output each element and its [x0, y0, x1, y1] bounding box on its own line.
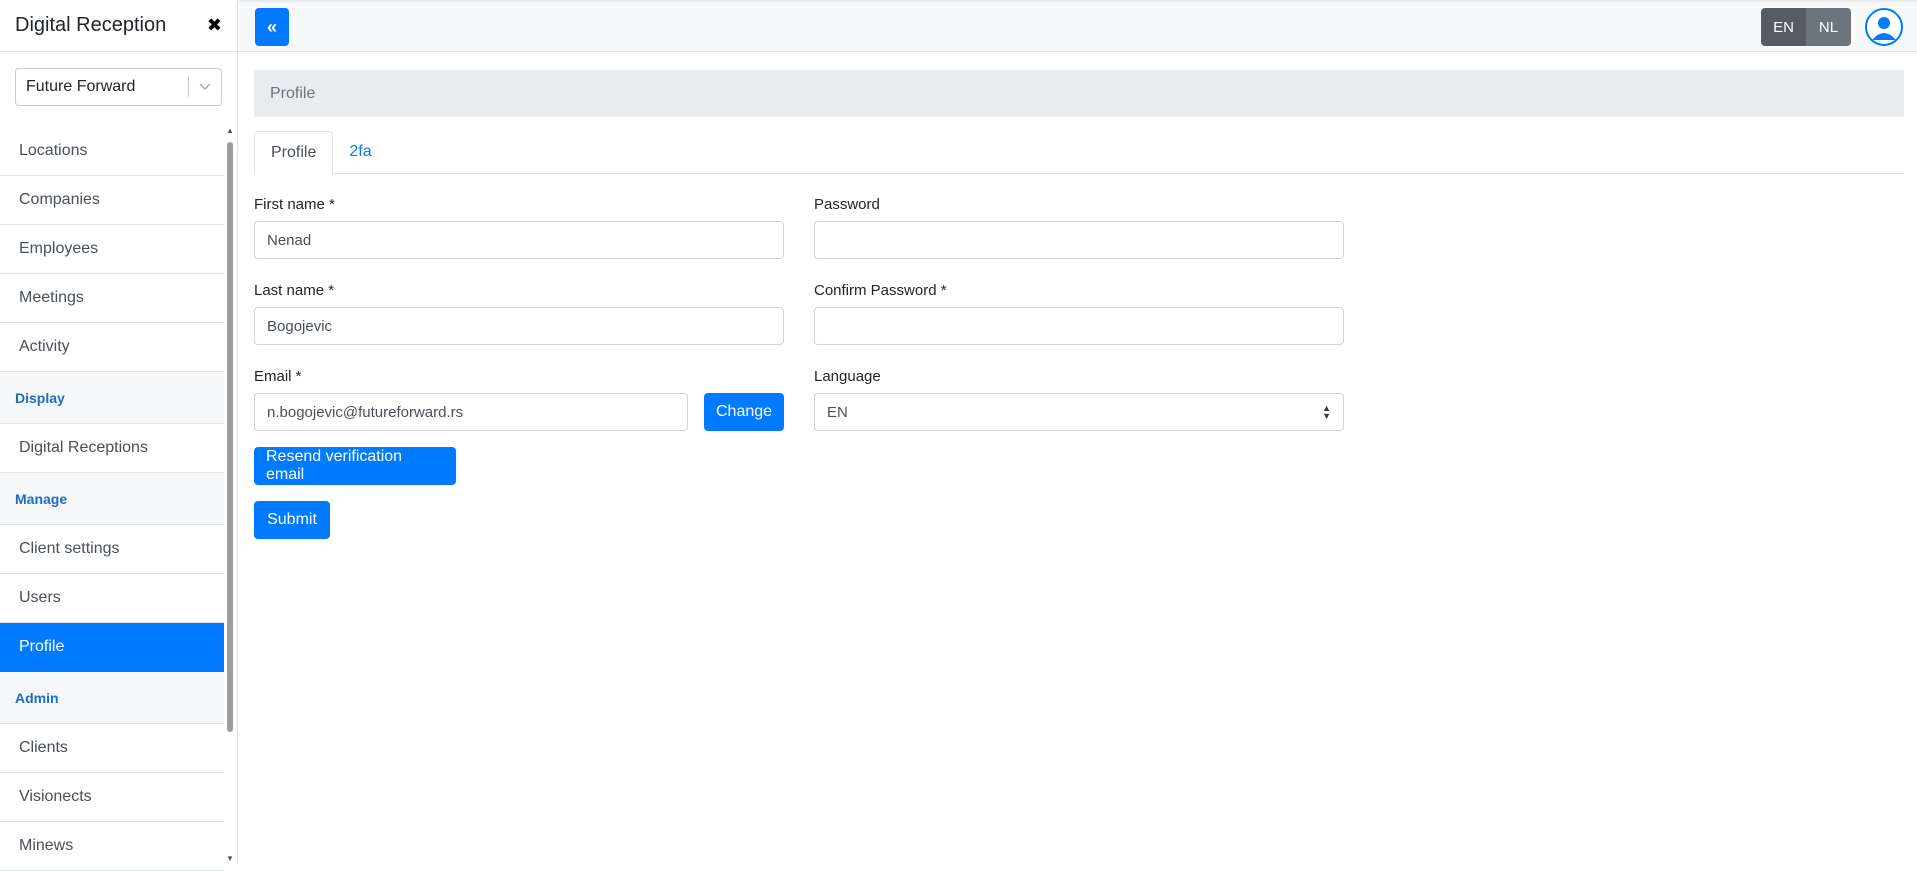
sidebar-item-label: Profile [19, 638, 65, 655]
sidebar-item-employees[interactable]: Employees [0, 225, 224, 274]
first-name-field[interactable]: Nenad [254, 221, 784, 259]
sidebar-item-users[interactable]: Users [0, 574, 224, 623]
client-select-value: Future Forward [26, 78, 136, 95]
sidebar-item-digital-receptions[interactable]: Digital Receptions [0, 424, 224, 473]
sidebar-section-admin: Admin [0, 672, 224, 724]
language-switcher: EN NL [1761, 8, 1851, 46]
language-select-value: EN [827, 403, 848, 421]
sidebar-item-label: Users [19, 589, 61, 606]
scroll-down-icon[interactable]: ▼ [226, 854, 234, 863]
sidebar-item-label: Companies [19, 191, 100, 208]
sidebar: Digital Reception ✖ Future Forward Locat… [0, 0, 238, 871]
chevron-down-icon [199, 80, 211, 94]
user-avatar-icon[interactable] [1865, 8, 1903, 46]
first-name-label: First name * [254, 196, 335, 213]
client-select[interactable]: Future Forward [15, 68, 222, 106]
sidebar-item-minews[interactable]: Minews [0, 822, 224, 871]
email-field[interactable]: n.bogojevic@futureforward.rs [254, 393, 688, 431]
scrollbar-thumb[interactable] [227, 142, 233, 732]
sidebar-item-label: Minews [19, 837, 74, 854]
sidebar-item-locations[interactable]: Locations [0, 127, 224, 176]
sidebar-item-meetings[interactable]: Meetings [0, 274, 224, 323]
last-name-field[interactable]: Bogojevic [254, 307, 784, 345]
lang-button-en[interactable]: EN [1761, 8, 1806, 46]
app-title: Digital Reception [15, 14, 167, 36]
sidebar-item-companies[interactable]: Companies [0, 176, 224, 225]
resend-verification-button[interactable]: Resend verification email [254, 447, 456, 485]
profile-form: First name * Nenad Last name * Bogojevic… [254, 196, 1904, 596]
sidebar-item-client-settings[interactable]: Client settings [0, 525, 224, 574]
top-navbar: « EN NL [239, 0, 1917, 52]
sidebar-item-visionects[interactable]: Visionects [0, 773, 224, 822]
sidebar-item-label: Activity [19, 338, 70, 355]
change-email-button[interactable]: Change [704, 393, 784, 431]
scroll-up-icon[interactable]: ▲ [226, 126, 234, 135]
language-label: Language [814, 368, 881, 385]
email-label: Email * [254, 368, 302, 385]
sidebar-item-label: Employees [19, 240, 99, 257]
sidebar-header: Digital Reception ✖ [0, 0, 237, 52]
sidebar-nav: Locations Companies Employees Meetings A… [0, 127, 224, 871]
collapse-sidebar-button[interactable]: « [255, 8, 289, 46]
submit-button[interactable]: Submit [254, 501, 330, 539]
sidebar-item-label: Digital Receptions [19, 439, 148, 456]
sidebar-item-profile[interactable]: Profile [0, 623, 224, 672]
password-field[interactable] [814, 221, 1344, 259]
sidebar-scrollbar[interactable]: ▲ ▼ [226, 126, 234, 863]
breadcrumb: Profile [254, 70, 1904, 117]
sidebar-section-manage: Manage [0, 473, 224, 525]
confirm-password-field[interactable] [814, 307, 1344, 345]
sidebar-item-label: Client settings [19, 540, 120, 557]
sidebar-item-label: Locations [19, 142, 88, 159]
last-name-label: Last name * [254, 282, 335, 299]
language-select[interactable]: EN ▲ ▼ [814, 393, 1344, 431]
select-separator [188, 77, 189, 97]
sidebar-item-label: Clients [19, 739, 68, 756]
double-chevron-left-icon: « [266, 16, 277, 37]
close-icon[interactable]: ✖ [207, 15, 222, 36]
lang-button-nl[interactable]: NL [1806, 8, 1851, 46]
confirm-password-label: Confirm Password * [814, 282, 947, 299]
sidebar-item-label: Meetings [19, 289, 84, 306]
sidebar-item-label: Visionects [19, 788, 92, 805]
password-label: Password [814, 196, 880, 213]
main-content: Profile Profile 2fa First name * Nenad L… [254, 70, 1904, 596]
sidebar-item-activity[interactable]: Activity [0, 323, 224, 372]
sidebar-item-clients[interactable]: Clients [0, 724, 224, 773]
select-arrows-icon: ▲ ▼ [1322, 403, 1331, 421]
tab-bar: Profile 2fa [254, 131, 1904, 174]
tab-2fa[interactable]: 2fa [333, 131, 387, 173]
sidebar-section-display: Display [0, 372, 224, 424]
tab-profile[interactable]: Profile [254, 131, 334, 174]
breadcrumb-current: Profile [270, 84, 316, 102]
